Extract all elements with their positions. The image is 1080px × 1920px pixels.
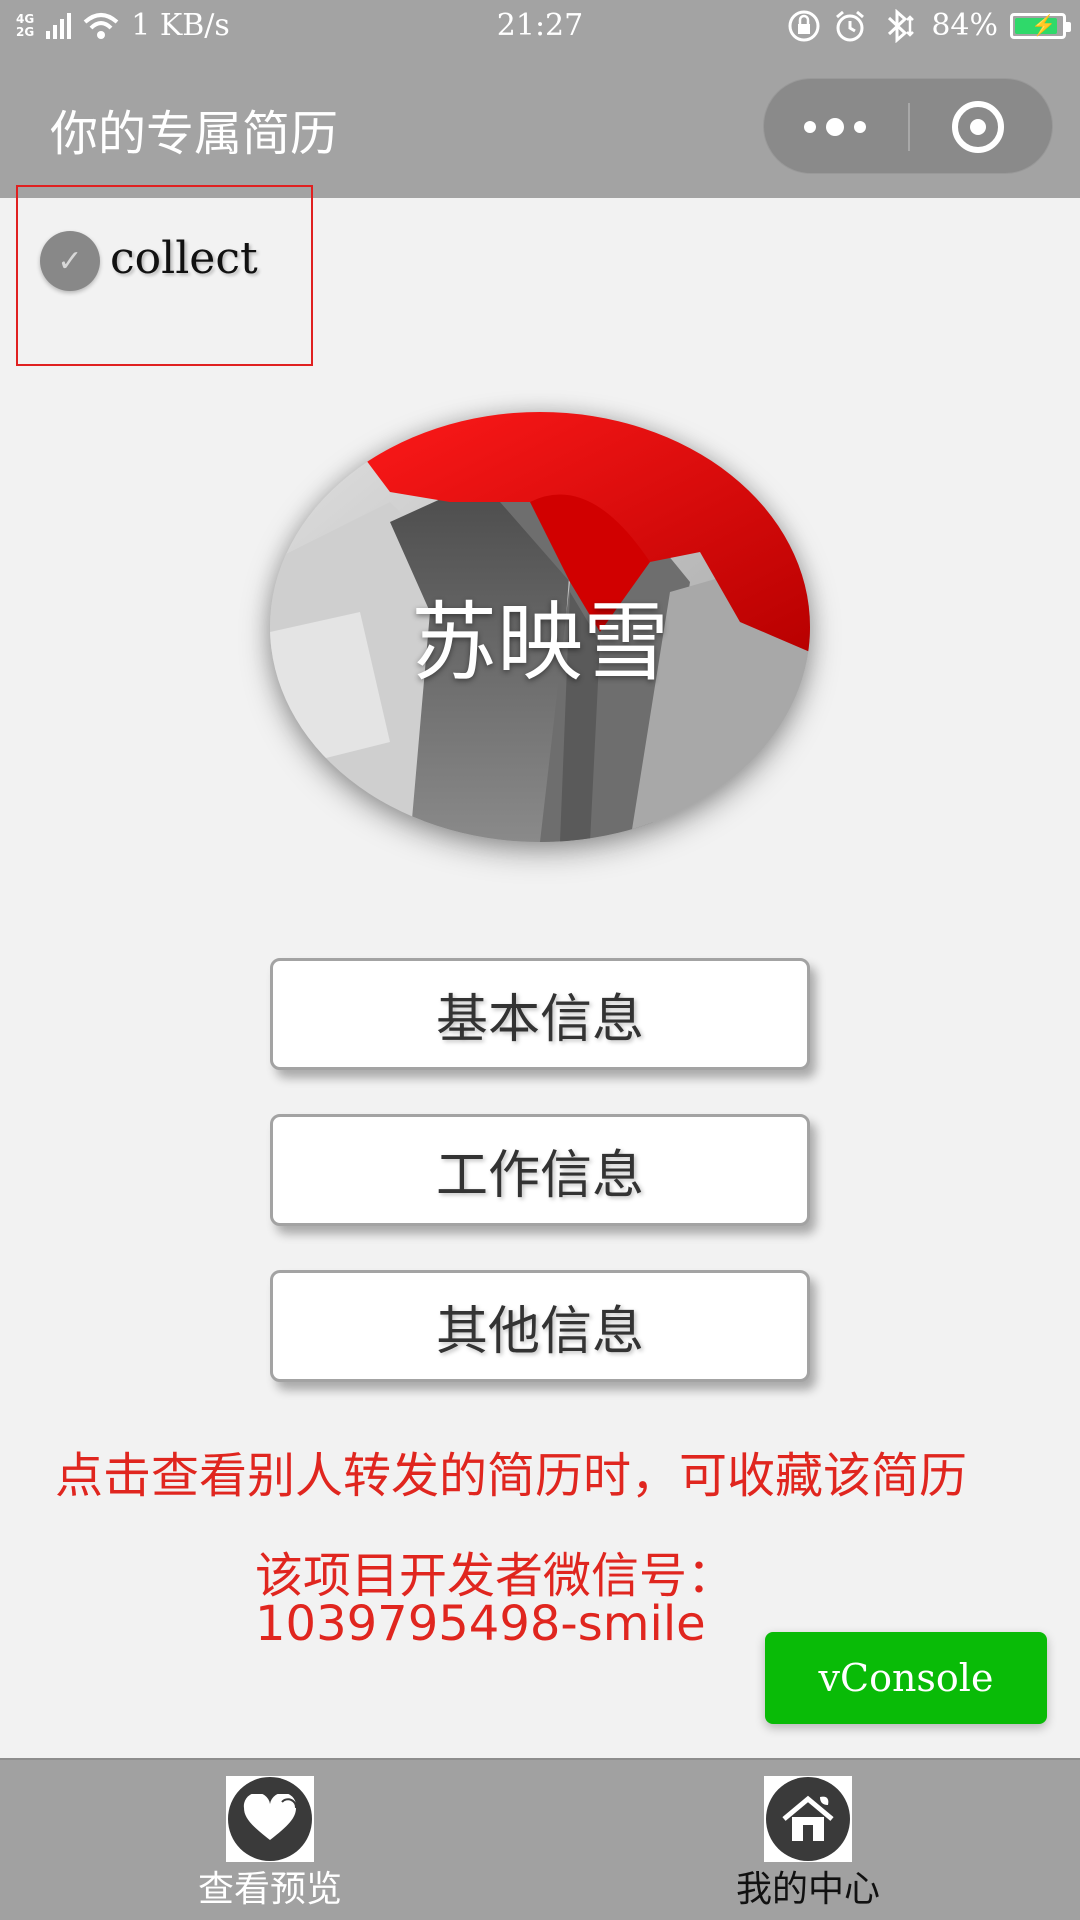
collect-hint-text: 点击查看别人转发的简历时，可收藏该简历 — [55, 1448, 968, 1504]
battery-icon: ⚡ — [1010, 12, 1071, 39]
basic-info-button[interactable]: 基本信息 — [270, 958, 810, 1070]
collect-checkbox[interactable]: ✓ — [40, 231, 100, 291]
tab-preview[interactable]: 查看预览 — [120, 1760, 420, 1920]
home-icon — [764, 1776, 852, 1862]
more-options-button[interactable] — [764, 79, 906, 175]
developer-wechat-id: 1039795498-smile — [255, 1596, 706, 1652]
checkmark-icon: ✓ — [57, 243, 83, 279]
vconsole-button[interactable]: vConsole — [765, 1632, 1047, 1724]
heart-icon — [226, 1776, 314, 1862]
app-screen: 4G 2G 1 KB/s 21:27 84% ⚡ 你的专属简历 ✓ collec… — [0, 0, 1080, 1920]
close-miniprogram-button[interactable] — [952, 101, 1004, 153]
tab-my-center[interactable]: 我的中心 — [658, 1760, 958, 1920]
lock-rotation-icon — [788, 10, 820, 41]
status-bar: 4G 2G 1 KB/s 21:27 84% ⚡ — [0, 0, 1080, 56]
tab-preview-label: 查看预览 — [197, 1869, 342, 1910]
other-info-button[interactable]: 其他信息 — [270, 1270, 810, 1382]
menu-capsule — [763, 78, 1053, 174]
profile-name: 苏映雪 — [411, 593, 669, 693]
collect-highlight-box: ✓ collect — [16, 185, 313, 366]
more-dots-icon — [804, 121, 816, 133]
profile-avatar: 苏映雪 — [270, 412, 810, 842]
page-title: 你的专属简历 — [50, 106, 339, 162]
tab-my-center-label: 我的中心 — [735, 1869, 880, 1910]
battery-percent: 84% — [931, 8, 998, 43]
navigation-bar: 你的专属简历 — [0, 56, 1080, 198]
status-right: 84% ⚡ — [787, 8, 1071, 43]
work-info-button[interactable]: 工作信息 — [270, 1114, 810, 1226]
alarm-icon — [836, 10, 865, 41]
tab-bar: 查看预览 我的中心 — [0, 1758, 1080, 1920]
bluetooth-icon — [888, 8, 915, 43]
capsule-divider — [908, 103, 910, 151]
collect-label: collect — [110, 233, 258, 284]
